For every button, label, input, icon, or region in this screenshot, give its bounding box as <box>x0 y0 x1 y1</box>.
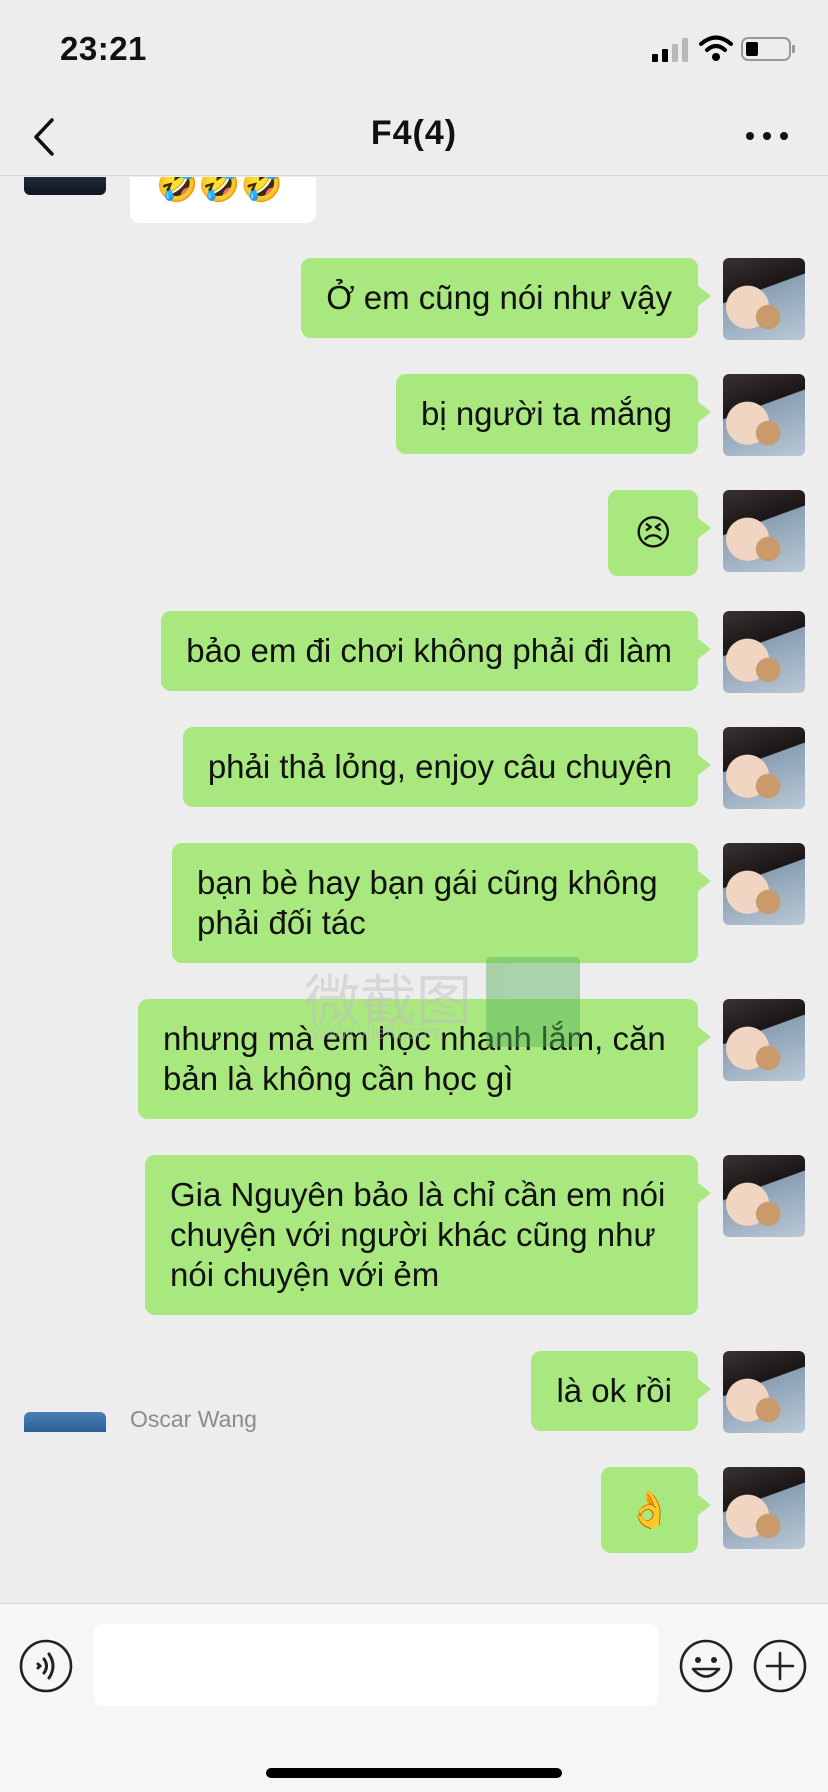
self-avatar[interactable] <box>723 611 805 693</box>
nav-bar: F4(4) <box>0 98 828 176</box>
message-text: bạn bè hay bạn gái cũng không phải đối t… <box>197 864 658 941</box>
message-text: phải thả lỏng, enjoy câu chuyện <box>207 748 672 785</box>
cellular-signal-icon <box>652 38 688 62</box>
sent-message-bubble[interactable]: Ở em cũng nói như vậy <box>301 258 711 338</box>
self-avatar[interactable] <box>723 1467 805 1549</box>
self-avatar[interactable] <box>723 1351 805 1433</box>
emoji-icon[interactable] <box>678 1638 734 1694</box>
message-text: nhưng mà em học nhanh lắm, căn bản là kh… <box>163 1020 666 1097</box>
message-text: bị người ta mắng <box>420 395 672 432</box>
sent-message-bubble[interactable]: Gia Nguyên bảo là chỉ cần em nói chuyện … <box>145 1155 711 1315</box>
home-indicator[interactable] <box>266 1768 562 1778</box>
self-avatar[interactable] <box>723 258 805 340</box>
sent-message-bubble[interactable]: bảo em đi chơi không phải đi làm <box>161 611 711 691</box>
status-time: 23:21 <box>60 30 147 67</box>
more-options-icon[interactable] <box>742 118 792 154</box>
self-avatar[interactable] <box>723 843 805 925</box>
message-text: bảo em đi chơi không phải đi làm <box>186 632 672 669</box>
sent-message-bubble[interactable]: bạn bè hay bạn gái cũng không phải đối t… <box>172 843 711 963</box>
self-avatar[interactable] <box>723 490 805 572</box>
status-bar: 23:21 <box>0 0 828 98</box>
message-input-bar <box>0 1603 828 1792</box>
message-emoji: 👌 <box>627 1489 672 1530</box>
sent-emoji-bubble[interactable]: 👌 <box>601 1467 711 1553</box>
battery-icon <box>741 37 795 61</box>
chat-message-list[interactable]: 🤣🤣🤣 Ở em cũng nói như vậy bị người ta mắ… <box>0 177 828 1602</box>
sender-avatar[interactable] <box>24 177 106 195</box>
message-emoji: 😣 <box>634 512 672 553</box>
voice-input-icon[interactable] <box>18 1638 74 1694</box>
self-avatar[interactable] <box>723 374 805 456</box>
sent-emoji-bubble[interactable]: 😣 <box>608 490 711 576</box>
message-input[interactable] <box>94 1624 658 1706</box>
sent-message-bubble[interactable]: nhưng mà em học nhanh lắm, căn bản là kh… <box>138 999 711 1119</box>
plus-icon[interactable] <box>752 1638 808 1694</box>
received-message-bubble[interactable]: 🤣🤣🤣 <box>130 177 316 223</box>
sender-avatar[interactable] <box>24 1412 106 1432</box>
chat-title: F4(4) <box>370 114 458 152</box>
sent-message-bubble[interactable]: bị người ta mắng <box>395 374 712 454</box>
message-text: 🤣🤣🤣 <box>156 177 284 204</box>
message-text: là ok rồi <box>556 1372 672 1409</box>
sender-name: Oscar Wang <box>130 1406 257 1432</box>
self-avatar[interactable] <box>723 1155 805 1237</box>
sent-message-bubble[interactable]: là ok rồi <box>531 1351 711 1431</box>
self-avatar[interactable] <box>723 727 805 809</box>
self-avatar[interactable] <box>723 999 805 1081</box>
sent-message-bubble[interactable]: phải thả lỏng, enjoy câu chuyện <box>182 727 712 807</box>
wifi-icon <box>699 35 733 61</box>
message-text: Gia Nguyên bảo là chỉ cần em nói chuyện … <box>170 1176 666 1293</box>
message-text: Ở em cũng nói như vậy <box>326 279 672 316</box>
